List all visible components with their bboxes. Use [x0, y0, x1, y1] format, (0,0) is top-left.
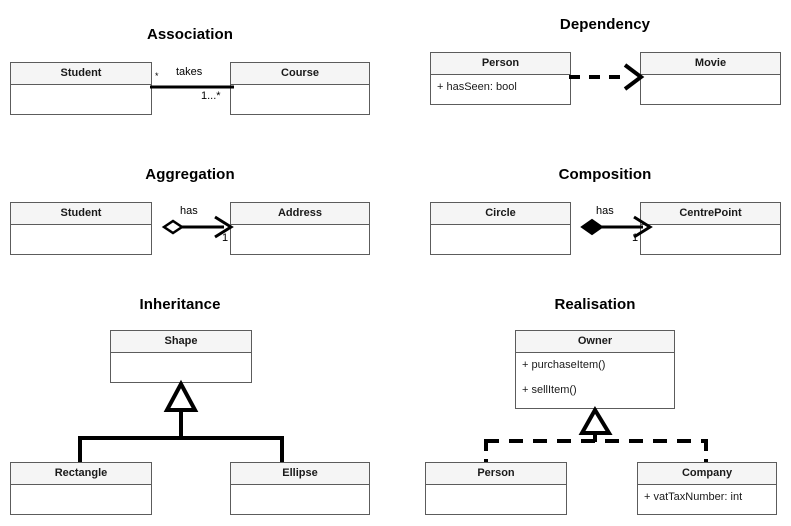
uml-class-name: Person [431, 53, 570, 75]
composition-edge-label: has [596, 205, 614, 217]
uml-class-name: CentrePoint [641, 203, 780, 225]
association-source-multiplicity: * [155, 71, 159, 81]
uml-class-person-dependency[interactable]: Person + hasSeen: bool [430, 52, 571, 105]
panel-title-association: Association [146, 26, 234, 43]
uml-class-ellipse-inheritance[interactable]: Ellipse [230, 462, 370, 515]
uml-class-name: Person [426, 463, 566, 485]
association-edge-label: takes [176, 66, 203, 78]
aggregation-edge-label: has [180, 205, 198, 217]
uml-class-centrepoint-composition[interactable]: CentrePoint [640, 202, 781, 255]
association-target-multiplicity: 1...* [201, 90, 221, 102]
uml-class-name: Circle [431, 203, 570, 225]
uml-class-address-aggregation[interactable]: Address [230, 202, 370, 255]
uml-class-student-association[interactable]: Student [10, 62, 152, 115]
composition-target-multiplicity: 1 [632, 232, 639, 244]
uml-class-members: + vatTaxNumber: int [638, 485, 776, 510]
inheritance-hollow-triangle-icon [163, 379, 199, 412]
uml-class-name: Course [231, 63, 369, 85]
uml-class-shape-inheritance[interactable]: Shape [110, 330, 252, 383]
aggregation-target-multiplicity: 1 [222, 232, 229, 244]
uml-class-movie-dependency[interactable]: Movie [640, 52, 781, 105]
uml-class-name: Student [11, 203, 151, 225]
uml-class-member-1: + purchaseItem() [516, 353, 674, 378]
uml-class-owner-realisation[interactable]: Owner + purchaseItem() + sellItem() [515, 330, 675, 409]
uml-class-name: Ellipse [231, 463, 369, 485]
panel-title-inheritance: Inheritance [139, 296, 221, 313]
panel-title-composition: Composition [558, 166, 652, 183]
uml-class-name: Address [231, 203, 369, 225]
uml-class-members: + hasSeen: bool [431, 75, 570, 100]
uml-class-student-aggregation[interactable]: Student [10, 202, 152, 255]
uml-class-name: Movie [641, 53, 780, 75]
uml-relationships-diagram: Association Student Course * takes 1...*… [0, 0, 791, 526]
dependency-connector [569, 63, 645, 91]
uml-class-name: Student [11, 63, 151, 85]
uml-class-member-2: + sellItem() [516, 378, 674, 403]
uml-class-name: Company [638, 463, 776, 485]
inheritance-connector-tree [78, 379, 284, 466]
aggregation-hollow-diamond-icon [161, 219, 185, 235]
uml-class-company-realisation[interactable]: Company + vatTaxNumber: int [637, 462, 777, 515]
realisation-connector-tree [484, 406, 708, 462]
uml-class-course-association[interactable]: Course [230, 62, 370, 115]
uml-class-name: Owner [516, 331, 674, 353]
panel-title-realisation: Realisation [554, 296, 636, 313]
uml-class-name: Shape [111, 331, 251, 353]
composition-filled-diamond-icon [580, 218, 604, 236]
panel-title-aggregation: Aggregation [145, 166, 235, 183]
panel-title-dependency: Dependency [559, 16, 651, 33]
uml-class-circle-composition[interactable]: Circle [430, 202, 571, 255]
realisation-hollow-triangle-icon [578, 406, 613, 435]
uml-class-rectangle-inheritance[interactable]: Rectangle [10, 462, 152, 515]
uml-class-person-realisation[interactable]: Person [425, 462, 567, 515]
uml-class-name: Rectangle [11, 463, 151, 485]
